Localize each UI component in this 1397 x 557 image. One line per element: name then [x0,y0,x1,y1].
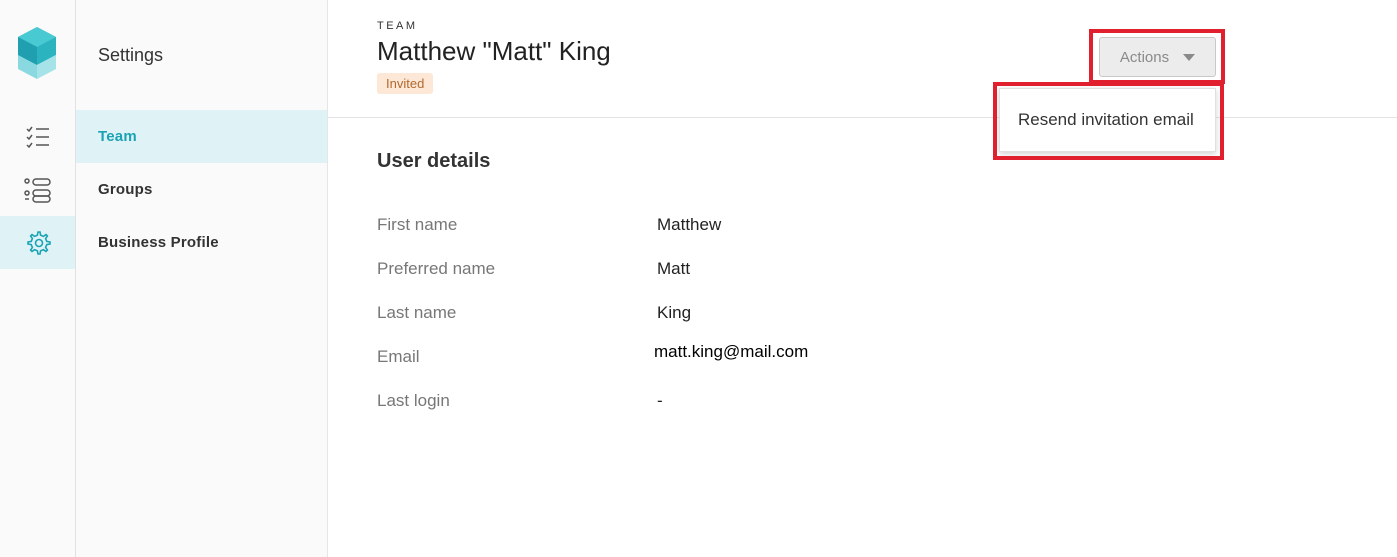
app-logo[interactable] [18,27,56,79]
settings-subnav: Settings Team Groups Business Profile [76,0,328,557]
preferred-name-label: Preferred name [377,259,496,278]
user-details-title: User details [377,150,491,172]
subnav-item-team[interactable]: Team [76,110,327,163]
first-name-value: Matthew [657,215,722,234]
last-name-label: Last name [377,303,457,322]
actions-button[interactable]: Actions [1099,37,1216,77]
page-eyebrow: TEAM [377,20,418,32]
page-title: Matthew "Matt" King [377,36,611,66]
subnav-item-groups[interactable]: Groups [76,163,327,216]
email-label: Email [377,347,420,366]
preferred-name-value: Matt [657,259,691,278]
subnav-item-business-profile[interactable]: Business Profile [76,216,327,269]
rail-toggles-button[interactable] [0,163,75,216]
actions-dropdown-menu: Resend invitation email [999,88,1216,152]
toggles-list-icon [23,177,51,203]
last-login-value: - [657,391,663,410]
resend-invitation-menu-item[interactable]: Resend invitation email [1000,89,1215,151]
main-content: TEAM Matthew "Matt" King Invited Actions… [328,0,1397,557]
gear-icon [26,230,51,255]
actions-button-label: Actions [1119,48,1170,66]
status-badge: Invited [377,73,434,94]
email-value: matt.king@mail.com [654,342,809,361]
rail-checklist-button[interactable] [0,110,75,163]
last-name-value: King [657,303,692,322]
rail-settings-button[interactable] [0,216,75,269]
icon-rail [0,0,76,557]
settings-title: Settings [98,45,164,65]
last-login-label: Last login [377,391,450,410]
header-divider [328,117,1397,118]
checklist-icon [25,126,49,148]
first-name-label: First name [377,215,458,234]
caret-down-icon [1183,53,1196,61]
